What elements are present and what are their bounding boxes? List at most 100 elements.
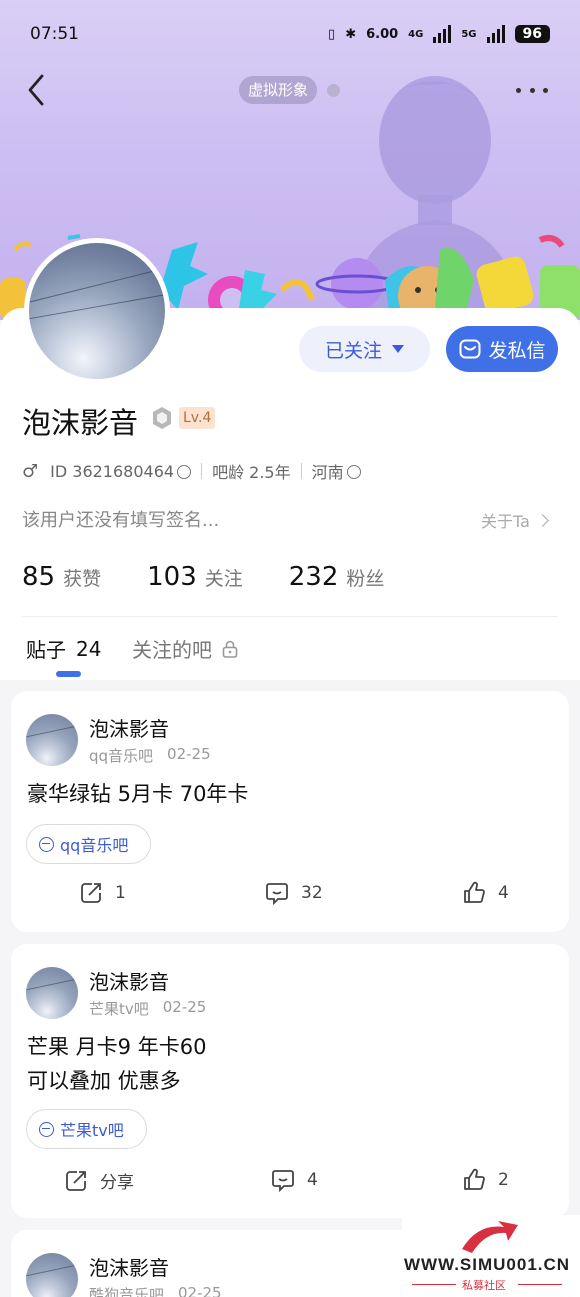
following-button[interactable]: 已关注 bbox=[299, 326, 430, 372]
net-speed: 6.00 bbox=[366, 26, 399, 42]
watermark-logo-icon bbox=[462, 1221, 518, 1254]
post-card[interactable]: 泡沫影音 芒果tv吧 02-25 芒果 月卡9 年卡60 可以叠加 优惠多 芒果… bbox=[11, 944, 569, 1218]
post-author-avatar[interactable] bbox=[26, 714, 78, 766]
profile-avatar[interactable] bbox=[24, 238, 170, 384]
caret-down-icon bbox=[392, 345, 404, 353]
rank-badge-icon[interactable] bbox=[151, 406, 173, 430]
share-icon bbox=[81, 883, 101, 903]
forum-chip-label: qq音乐吧 bbox=[60, 836, 129, 855]
net-type-5g: 5G bbox=[461, 28, 477, 40]
section-divider bbox=[22, 616, 558, 617]
status-bar: 07:51 ▯ ✱ 6.00 4G 5G 96 bbox=[0, 0, 580, 68]
mail-icon bbox=[459, 339, 481, 359]
post-author-name[interactable]: 泡沫影音 bbox=[89, 1252, 169, 1281]
post-date: 02-25 bbox=[178, 1284, 222, 1297]
comment-button[interactable]: 32 bbox=[265, 881, 323, 905]
status-time: 07:51 bbox=[30, 24, 79, 44]
divider bbox=[300, 463, 302, 479]
forum-chip[interactable]: 芒果tv吧 bbox=[26, 1109, 147, 1149]
watermark-caption: 私募社区 bbox=[412, 1279, 562, 1292]
stat-likes-label: 获赞 bbox=[63, 568, 102, 590]
post-content: 芒果 月卡9 年卡60 可以叠加 优惠多 bbox=[27, 1035, 207, 1093]
battery-indicator: 96 bbox=[514, 25, 550, 43]
like-button[interactable]: 4 bbox=[462, 881, 509, 905]
send-message-button[interactable]: 发私信 bbox=[446, 326, 558, 372]
post-date: 02-25 bbox=[167, 745, 211, 763]
forum-icon bbox=[39, 1121, 54, 1137]
share-count: 1 bbox=[115, 883, 126, 903]
tieba-age: 吧龄 2.5年 bbox=[212, 463, 291, 482]
post-forum-name: 酷狗音乐吧 bbox=[89, 1286, 165, 1297]
share-label: 分享 bbox=[100, 1173, 134, 1193]
stat-following-count: 103 bbox=[147, 562, 197, 592]
about-ta-label: 关于Ta bbox=[481, 512, 530, 531]
share-button[interactable]: 分享 bbox=[64, 1168, 134, 1193]
about-ta-link[interactable]: 关于Ta bbox=[481, 508, 549, 532]
thumbs-up-icon bbox=[464, 881, 485, 903]
help-icon[interactable] bbox=[346, 465, 361, 479]
signal-icon-2 bbox=[486, 25, 505, 43]
tab-posts-label: 贴子 bbox=[26, 638, 66, 662]
copy-icon[interactable] bbox=[177, 465, 192, 479]
post-author-avatar[interactable] bbox=[26, 1253, 78, 1297]
share-button[interactable]: 1 bbox=[79, 881, 126, 905]
male-gender-icon: ♂ bbox=[22, 460, 39, 482]
level-badge[interactable]: Lv.4 bbox=[179, 407, 216, 429]
profile-stats: 85 获赞 103 关注 232 粉丝 bbox=[22, 562, 430, 592]
stat-likes[interactable]: 85 获赞 bbox=[22, 562, 101, 592]
tab-posts[interactable]: 贴子 24 bbox=[26, 634, 101, 663]
stat-fans-count: 232 bbox=[288, 562, 339, 592]
like-count: 4 bbox=[498, 883, 509, 903]
post-date: 02-25 bbox=[162, 998, 207, 1016]
active-tab-indicator bbox=[56, 671, 81, 677]
stat-fans-label: 粉丝 bbox=[346, 568, 385, 590]
comment-count: 4 bbox=[307, 1170, 318, 1190]
post-forum-name: 芒果tv吧 bbox=[89, 1000, 149, 1018]
like-count: 2 bbox=[498, 1170, 509, 1190]
net-type-4g: 4G bbox=[408, 28, 424, 40]
following-label: 已关注 bbox=[324, 339, 382, 362]
signal-icon bbox=[433, 25, 452, 43]
vibrate-icon: ▯ bbox=[328, 26, 336, 42]
stat-following-label: 关注 bbox=[204, 568, 243, 590]
tab-followed-bars-label: 关注的吧 bbox=[132, 638, 212, 662]
send-message-label: 发私信 bbox=[488, 339, 546, 362]
post-meta: qq音乐吧 02-25 bbox=[89, 745, 211, 766]
post-author-avatar[interactable] bbox=[26, 967, 78, 1019]
dot-icon bbox=[529, 87, 535, 93]
profile-meta-row: ♂ ID 3621680464 吧龄 2.5年 河南 bbox=[22, 460, 361, 482]
profile-username: 泡沫影音 bbox=[22, 406, 139, 440]
like-button[interactable]: 2 bbox=[462, 1168, 509, 1192]
forum-chip[interactable]: qq音乐吧 bbox=[26, 824, 152, 864]
post-meta: 酷狗音乐吧 02-25 bbox=[89, 1284, 222, 1297]
post-meta: 芒果tv吧 02-25 bbox=[89, 998, 206, 1019]
post-card[interactable]: 泡沫影音 qq音乐吧 02-25 豪华绿钻 5月卡 70年卡 qq音乐吧 1 3… bbox=[11, 691, 569, 932]
post-author-name[interactable]: 泡沫影音 bbox=[89, 966, 169, 995]
comment-count: 32 bbox=[301, 883, 323, 903]
post-forum-name: qq音乐吧 bbox=[89, 747, 154, 765]
comment-button[interactable]: 4 bbox=[271, 1168, 318, 1192]
tab-posts-count: 24 bbox=[76, 636, 102, 661]
virtual-avatar-tag[interactable]: 虚拟形象 bbox=[239, 76, 318, 104]
chevron-left-icon bbox=[28, 74, 44, 106]
stat-likes-count: 85 bbox=[22, 562, 56, 592]
stat-following[interactable]: 103 关注 bbox=[147, 562, 243, 592]
thumbs-up-icon bbox=[464, 1168, 485, 1190]
lock-icon bbox=[222, 640, 238, 658]
post-author-name[interactable]: 泡沫影音 bbox=[89, 713, 169, 742]
bluetooth-icon: ✱ bbox=[345, 26, 357, 42]
comment-icon bbox=[266, 883, 288, 905]
user-id: ID 3621680464 bbox=[50, 461, 175, 481]
chevron-right-icon bbox=[536, 513, 549, 527]
stat-fans[interactable]: 232 粉丝 bbox=[289, 562, 385, 592]
site-watermark: WWW.SIMU001.CN 私募社区 bbox=[402, 1215, 580, 1297]
post-content: 豪华绿钻 5月卡 70年卡 bbox=[27, 782, 249, 806]
user-location: 河南 bbox=[311, 463, 344, 482]
tab-followed-bars[interactable]: 关注的吧 bbox=[132, 634, 238, 663]
forum-chip-label: 芒果tv吧 bbox=[60, 1121, 124, 1140]
comment-icon bbox=[272, 1170, 294, 1192]
back-button[interactable] bbox=[22, 72, 52, 108]
virtual-avatar-dot bbox=[327, 84, 340, 97]
dot-icon bbox=[543, 87, 548, 93]
status-icons: ▯ ✱ 6.00 4G 5G 96 bbox=[328, 25, 550, 43]
